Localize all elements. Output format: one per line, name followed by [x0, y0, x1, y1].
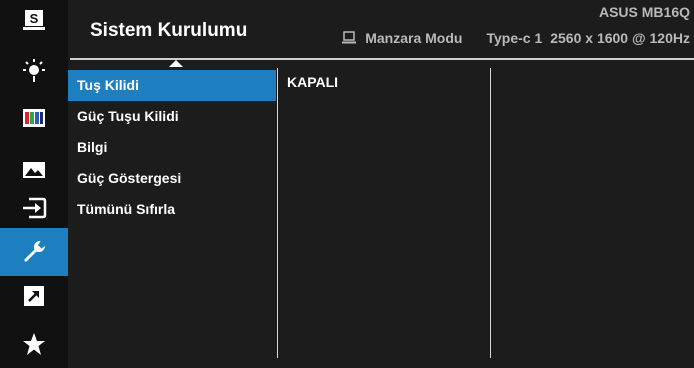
star-icon [23, 333, 45, 355]
wrench-icon [24, 240, 46, 262]
sidebar: S [0, 0, 68, 368]
sidebar-item-color[interactable] [0, 100, 68, 136]
model-name: ASUS MB16Q [598, 4, 690, 20]
laptop-icon [342, 31, 357, 44]
header: Sistem Kurulumu ASUS MB16Q Manzara Modu … [70, 0, 694, 60]
submenu-option-off[interactable]: KAPALI [287, 74, 338, 90]
svg-text:S: S [30, 11, 39, 26]
scroll-up-icon[interactable] [169, 60, 183, 67]
shortcut-arrow-icon [24, 286, 44, 306]
color-bars-icon [23, 109, 45, 127]
system-setup-menu: Tuş Kilidi Güç Tuşu Kilidi Bilgi Güç Gös… [68, 70, 276, 225]
menu-item-reset-all[interactable]: Tümünü Sıfırla [68, 194, 276, 225]
image-mountain-icon [23, 162, 45, 178]
sidebar-item-system-setup[interactable] [0, 228, 68, 276]
sidebar-item-blue-light-filter[interactable] [0, 52, 68, 88]
sidebar-item-splendid[interactable]: S [0, 2, 68, 38]
sidebar-item-image[interactable] [0, 152, 68, 188]
input-source: Type-c 1 [486, 30, 543, 46]
menu-item-label: Güç Göstergesi [77, 170, 182, 186]
splendid-s-icon: S [23, 10, 45, 30]
sidebar-item-myfavorite[interactable] [0, 326, 68, 362]
column-divider-2 [490, 68, 491, 358]
menu-item-power-key-lock[interactable]: Güç Tuşu Kilidi [68, 101, 276, 132]
sidebar-item-shortcut[interactable] [0, 278, 68, 314]
sidebar-item-input-select[interactable] [0, 190, 68, 226]
status-info: Manzara Modu Type-c 1 2560 x 1600 @ 120H… [341, 30, 690, 46]
menu-item-label: Tümünü Sıfırla [77, 201, 175, 217]
menu-item-power-indicator[interactable]: Güç Göstergesi [68, 163, 276, 194]
page-title: Sistem Kurulumu [90, 20, 248, 41]
osd-menu: S Sistem Kurulumu ASUS MB16Q Manzara Mod… [0, 0, 694, 368]
menu-item-label: Güç Tuşu Kilidi [77, 108, 179, 124]
column-divider-1 [277, 68, 278, 358]
menu-item-label: Tuş Kilidi [77, 77, 139, 93]
orientation-mode: Manzara Modu [365, 30, 463, 46]
blue-light-filter-icon [23, 59, 45, 82]
input-select-icon [23, 197, 47, 219]
resolution: 2560 x 1600 @ 120Hz [550, 30, 690, 46]
menu-item-label: Bilgi [77, 139, 108, 155]
menu-item-key-lock[interactable]: Tuş Kilidi [68, 70, 276, 101]
menu-item-information[interactable]: Bilgi [68, 132, 276, 163]
